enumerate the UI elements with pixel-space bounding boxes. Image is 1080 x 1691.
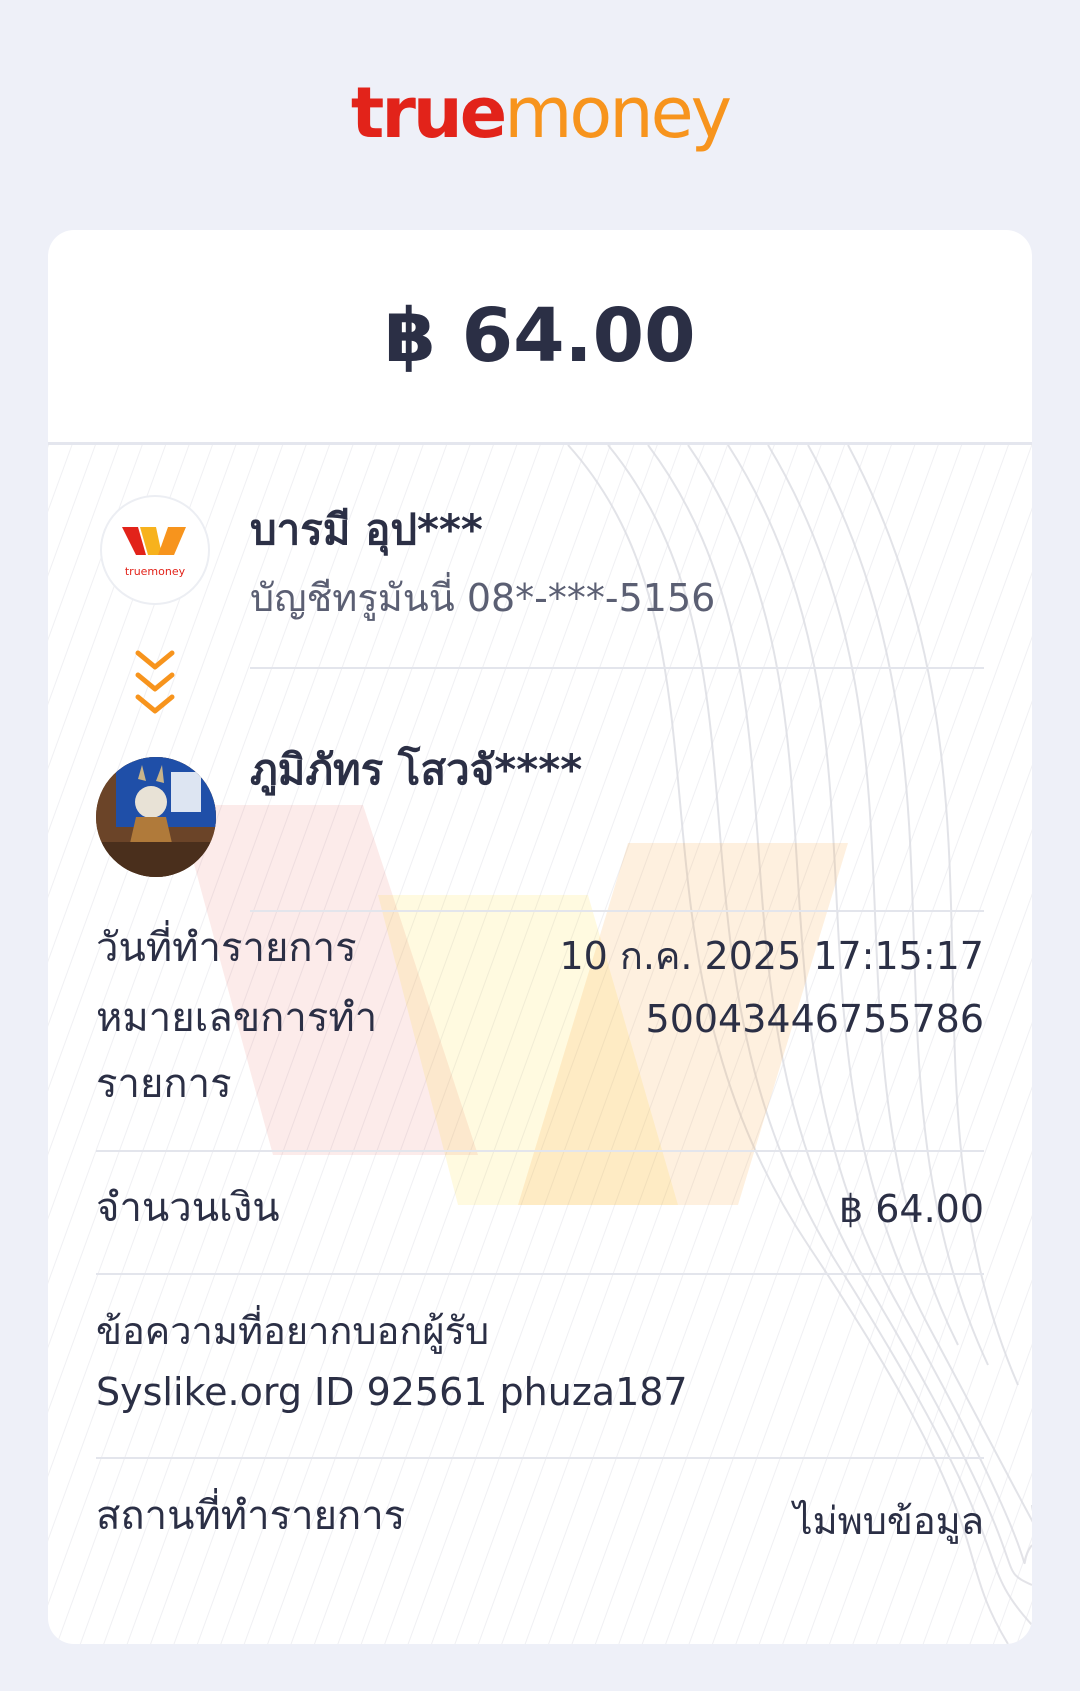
amount-label: จำนวนเงิน bbox=[96, 1185, 280, 1231]
amount-header: ฿ 64.00 bbox=[48, 230, 1032, 445]
recipient-avatar-image bbox=[96, 757, 216, 877]
sender-divider bbox=[250, 667, 984, 669]
slip-body: truemoney บารมี อุป*** บัญชีทรูมันนี่ 08… bbox=[48, 445, 1032, 1644]
message-value: Syslike.org ID 92561 phuza187 bbox=[96, 1370, 688, 1414]
recipient-avatar bbox=[96, 757, 216, 877]
sender-name: บารมี อุป*** bbox=[250, 505, 483, 554]
sender-account: บัญชีทรูมันนี่ 08*-***-5156 bbox=[250, 576, 716, 620]
location-label: สถานที่ทำรายการ bbox=[96, 1493, 406, 1539]
details-divider-3 bbox=[96, 1457, 984, 1459]
details-divider-1 bbox=[96, 1150, 984, 1152]
amount-value: ฿ 64.00 bbox=[838, 1187, 984, 1231]
chevron-double-down-icon bbox=[135, 650, 175, 714]
message-label: ข้อความที่อยากบอกผู้รับ bbox=[96, 1309, 490, 1353]
details-divider-2 bbox=[96, 1273, 984, 1275]
slip-card: ฿ 64.00 truemoney บารมี อุป*** บัญชีทรูม… bbox=[48, 230, 1032, 1644]
truemoney-wallet-icon: truemoney bbox=[122, 527, 186, 578]
location-value: ไม่พบข้อมูล bbox=[793, 1499, 984, 1543]
truemoney-logo: truemoney bbox=[0, 78, 1080, 148]
txn-value: 50043446755786 bbox=[645, 997, 984, 1041]
txn-label: หมายเลขการทำรายการ bbox=[96, 995, 378, 1107]
recipient-name: ภูมิภัทร โสวจั**** bbox=[250, 745, 583, 794]
date-label: วันที่ทำรายการ bbox=[96, 925, 357, 971]
sender-wallet-icon: truemoney bbox=[100, 495, 210, 605]
logo-part-true: true bbox=[350, 72, 507, 154]
wallet-icon-caption: truemoney bbox=[125, 565, 186, 578]
logo-part-money: money bbox=[504, 72, 732, 154]
date-value: 10 ก.ค. 2025 17:15:17 bbox=[559, 934, 984, 978]
recipient-divider bbox=[250, 910, 984, 912]
